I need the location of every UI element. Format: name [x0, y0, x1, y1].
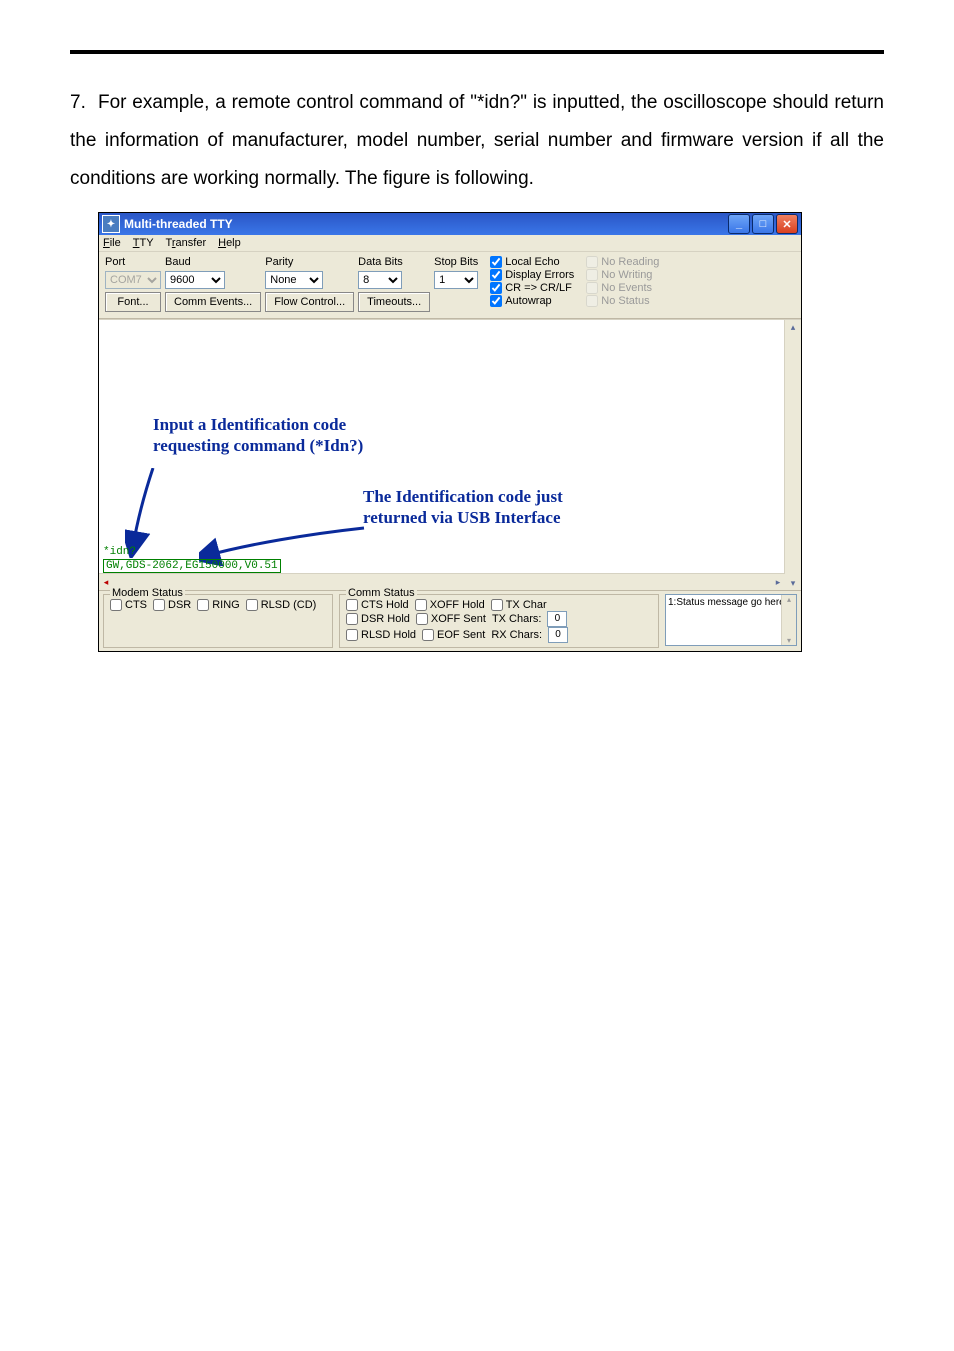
dsr-checkbox[interactable]: DSR [153, 599, 191, 611]
databits-select[interactable]: 8 [358, 271, 402, 289]
window-title: Multi-threaded TTY [124, 217, 233, 231]
eof-sent-checkbox[interactable]: EOF Sent [422, 629, 485, 641]
timeouts-button[interactable]: Timeouts... [358, 292, 430, 312]
status-message-box: 1:Status message go here: ▴▾ [665, 594, 797, 646]
autowrap-checkbox[interactable]: Autowrap [490, 295, 574, 307]
port-select[interactable]: COM7 [105, 271, 161, 289]
paragraph-text: For example, a remote control command of… [70, 92, 884, 189]
no-status-checkbox: No Status [586, 295, 659, 307]
message-scrollbar[interactable]: ▴▾ [781, 595, 796, 645]
list-number: 7. [70, 84, 98, 122]
baud-select[interactable]: 9600 [165, 271, 225, 289]
no-writing-checkbox: No Writing [586, 269, 659, 281]
status-bar: Modem Status CTS DSR RING RLSD (CD) Comm… [99, 590, 801, 651]
terminal-line-2: GW,GDS-2062,EG150000,V0.51 [103, 559, 281, 573]
stopbits-label: Stop Bits [434, 256, 478, 268]
app-icon: ✦ [102, 215, 120, 233]
scroll-right-icon[interactable]: ▸ [771, 575, 785, 589]
application-window: ✦ Multi-threaded TTY _ □ ✕ File TTY Tran… [98, 212, 802, 652]
comm-status-group: Comm Status CTS Hold XOFF Hold TX Char D… [339, 594, 659, 648]
cts-checkbox[interactable]: CTS [110, 599, 147, 611]
tx-chars-value: 0 [547, 611, 567, 627]
horizontal-scrollbar[interactable]: ◂▸ [99, 573, 785, 590]
menu-bar: File TTY Transfer Help [99, 235, 801, 252]
comm-events-button[interactable]: Comm Events... [165, 292, 261, 312]
xoff-sent-checkbox[interactable]: XOFF Sent [416, 613, 486, 625]
no-events-checkbox: No Events [586, 282, 659, 294]
options-col-1: Local Echo Display Errors CR => CR/LF Au… [490, 256, 574, 307]
terminal-text: *idn? GW,GDS-2062,EG150000,V0.51 [103, 546, 281, 573]
local-echo-checkbox[interactable]: Local Echo [490, 256, 574, 268]
modem-status-group: Modem Status CTS DSR RING RLSD (CD) [103, 594, 333, 648]
close-button[interactable]: ✕ [776, 214, 798, 234]
parity-label: Parity [265, 256, 354, 268]
cts-hold-checkbox[interactable]: CTS Hold [346, 599, 409, 611]
minimize-button[interactable]: _ [728, 214, 750, 234]
flow-control-button[interactable]: Flow Control... [265, 292, 354, 312]
rlsd-checkbox[interactable]: RLSD (CD) [246, 599, 317, 611]
msg-scroll-up-icon[interactable]: ▴ [787, 595, 791, 604]
rx-chars-label: RX Chars: [491, 629, 542, 641]
stopbits-select[interactable]: 1 [434, 271, 478, 289]
scroll-down-icon[interactable]: ▾ [786, 576, 800, 590]
font-button[interactable]: Font... [105, 292, 161, 312]
maximize-button[interactable]: □ [752, 214, 774, 234]
annotation-input: Input a Identification code requesting c… [153, 414, 413, 457]
msg-scroll-down-icon[interactable]: ▾ [787, 636, 791, 645]
settings-toolbar: Port COM7 Font... Baud 9600 Comm Events.… [99, 252, 801, 319]
options-col-2: No Reading No Writing No Events No Statu… [586, 256, 659, 307]
xoff-hold-checkbox[interactable]: XOFF Hold [415, 599, 485, 611]
display-errors-checkbox[interactable]: Display Errors [490, 269, 574, 281]
tx-char-checkbox[interactable]: TX Char [491, 599, 547, 611]
menu-help[interactable]: Help [218, 237, 241, 249]
title-bar[interactable]: ✦ Multi-threaded TTY _ □ ✕ [99, 213, 801, 235]
tx-chars-label: TX Chars: [492, 613, 542, 625]
annotation-output: The Identification code just returned vi… [363, 486, 563, 529]
baud-label: Baud [165, 256, 261, 268]
scroll-up-icon[interactable]: ▴ [786, 320, 800, 334]
parity-select[interactable]: None [265, 271, 323, 289]
databits-label: Data Bits [358, 256, 430, 268]
cr-crlf-checkbox[interactable]: CR => CR/LF [490, 282, 574, 294]
top-rule [70, 50, 884, 54]
port-label: Port [105, 256, 161, 268]
menu-transfer[interactable]: Transfer [166, 237, 207, 249]
dsr-hold-checkbox[interactable]: DSR Hold [346, 613, 410, 625]
instruction-paragraph: 7.For example, a remote control command … [70, 84, 884, 198]
rlsd-hold-checkbox[interactable]: RLSD Hold [346, 629, 416, 641]
terminal-area[interactable]: Input a Identification code requesting c… [99, 319, 801, 590]
arrow-down-icon [125, 468, 175, 558]
menu-file[interactable]: File [103, 237, 121, 249]
menu-tty[interactable]: TTY [133, 237, 154, 249]
status-message-text: 1:Status message go here: [668, 597, 788, 608]
terminal-line-1: *idn? [103, 546, 281, 558]
vertical-scrollbar[interactable]: ▴▾ [784, 320, 801, 590]
ring-checkbox[interactable]: RING [197, 599, 240, 611]
comm-status-legend: Comm Status [346, 587, 417, 599]
no-reading-checkbox: No Reading [586, 256, 659, 268]
rx-chars-value: 0 [548, 627, 568, 643]
modem-status-legend: Modem Status [110, 587, 185, 599]
